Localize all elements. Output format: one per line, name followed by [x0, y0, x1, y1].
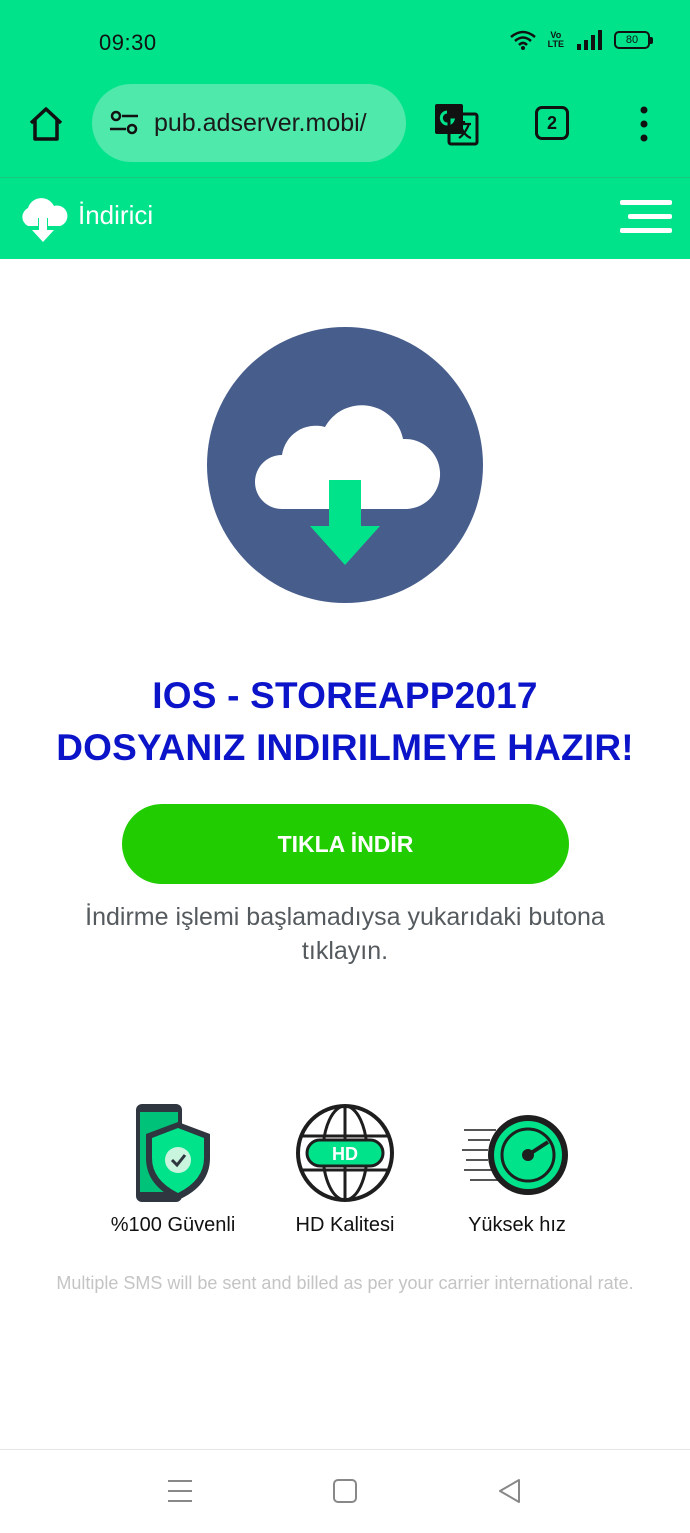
- download-button[interactable]: TIKLA İNDİR: [122, 804, 569, 884]
- site-header: İndirici: [0, 177, 690, 259]
- volte-icon: Vo LTE: [547, 30, 564, 49]
- url-text[interactable]: pub.adserver.mobi/: [154, 109, 367, 138]
- logo-text[interactable]: İndirici: [78, 200, 153, 231]
- cloud-download-icon[interactable]: [16, 192, 70, 246]
- feature-hd: HD HD Kalitesi: [255, 1100, 435, 1237]
- status-icons: Vo LTE 80: [509, 30, 653, 50]
- feature-speed-label: Yüksek hız: [468, 1214, 566, 1236]
- translate-icon[interactable]: [433, 102, 479, 146]
- recent-apps-icon[interactable]: [168, 1478, 192, 1504]
- feature-hd-label: HD Kalitesi: [295, 1214, 395, 1236]
- status-bar: 09:30 Vo LTE 80: [0, 0, 690, 82]
- feature-speed: Yüksek hız: [427, 1100, 607, 1237]
- feature-secure: %100 Güvenli: [83, 1100, 263, 1237]
- site-settings-icon[interactable]: [108, 109, 140, 137]
- wifi-icon: [509, 30, 536, 50]
- secure-phone-shield-icon: [136, 1104, 210, 1202]
- download-hint: İndirme işlemi başlamadıysa yukarıdaki b…: [85, 903, 605, 965]
- home-icon[interactable]: [26, 104, 66, 144]
- url-bar[interactable]: pub.adserver.mobi/: [92, 84, 406, 162]
- hamburger-menu-icon[interactable]: [620, 200, 674, 236]
- system-nav-bar: [0, 1449, 690, 1533]
- features-row: %100 Güvenli HD HD Kalitesi Yüksek hız: [0, 1100, 690, 1240]
- status-time: 09:30: [99, 30, 157, 55]
- speedometer-icon: [462, 1115, 568, 1195]
- hd-globe-icon: HD: [296, 1104, 394, 1202]
- browser-toolbar: pub.adserver.mobi/ 2: [0, 82, 690, 177]
- tabs-button[interactable]: 2: [535, 106, 569, 140]
- sms-disclaimer: Multiple SMS will be sent and billed as …: [56, 1273, 634, 1293]
- signal-icon: [577, 30, 602, 50]
- svg-text:HD: HD: [332, 1144, 358, 1164]
- more-vert-icon[interactable]: [634, 104, 654, 144]
- headline-line-2: DOSYANIZ INDIRILMEYE HAZIR!: [56, 727, 634, 768]
- back-icon[interactable]: [497, 1478, 523, 1504]
- download-cloud-illustration: [207, 327, 483, 603]
- home-nav-icon[interactable]: [333, 1479, 357, 1503]
- headline: IOS - STOREAPP2017 DOSYANIZ INDIRILMEYE …: [0, 670, 690, 774]
- feature-secure-label: %100 Güvenli: [110, 1214, 236, 1236]
- battery-icon: 80: [614, 31, 653, 49]
- headline-line-1: IOS - STOREAPP2017: [152, 675, 538, 716]
